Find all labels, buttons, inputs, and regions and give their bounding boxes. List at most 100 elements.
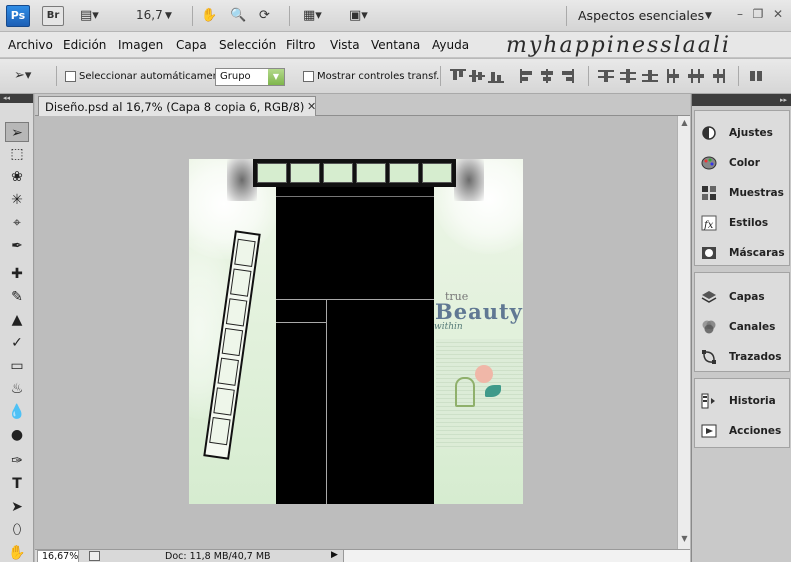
rotate-view-icon[interactable]: ⟳ [259,7,270,25]
magic-wand-icon[interactable]: ✳ [5,190,29,210]
history-brush-icon[interactable]: ✓ [5,333,29,353]
hand-tool-panel-icon[interactable]: ✋ [5,543,29,562]
panel-canales[interactable]: Canales [701,317,789,337]
tools-panel-header[interactable]: ◂◂ [0,94,33,103]
eyedropper-tool-icon[interactable]: ✒ [5,236,29,256]
application-bar: Ps Br ▤▾ 16,7 ▼ ✋ 🔍 ⟳ ▦▾ ▣▾ Aspectos ese… [0,0,791,32]
align-vertical-center-icon[interactable] [469,69,485,83]
align-right-icon[interactable] [558,69,574,83]
appbar-divider [192,6,193,26]
document-size-info: Doc: 11,8 MB/40,7 MB [165,551,271,562]
eraser-tool-icon[interactable]: ▭ [5,356,29,376]
distribute-horizontal-center-icon[interactable] [688,69,704,83]
panel-historia[interactable]: Historia [701,391,789,411]
close-document-icon[interactable]: ✕ [307,100,316,113]
scroll-down-icon[interactable]: ▼ [679,534,690,546]
align-left-icon[interactable] [520,69,536,83]
ellipse-tool-icon[interactable]: ⬯ [5,520,29,540]
panel-capas[interactable]: Capas [701,287,789,307]
options-divider [56,66,57,86]
vertical-scrollbar[interactable]: ▲ ▼ [677,116,690,549]
options-divider [440,66,441,86]
document-canvas-area[interactable]: true Beauty within [35,116,677,549]
rectangular-marquee-icon[interactable]: ⬚ [5,144,29,164]
tool-options-bar: ➢▾ Seleccionar automáticamente: Grupo ▼ … [0,59,791,94]
panel-color[interactable]: Color [701,153,789,173]
distribute-top-icon[interactable] [598,69,614,83]
blog-watermark: myhappinesslaali [506,33,731,58]
scroll-up-icon[interactable]: ▲ [679,118,690,130]
menu-vista[interactable]: Vista [330,38,360,52]
type-tool-icon[interactable]: T [5,474,29,494]
document-tab-title: Diseño.psd al 16,7% (Capa 8 copia 6, RGB… [45,100,305,114]
panel-muestras[interactable]: Muestras [701,183,789,203]
screen-mode-icon[interactable]: ▣▾ [349,7,368,25]
history-icon [701,393,715,409]
distribute-left-icon[interactable] [666,69,682,83]
panel-ajustes[interactable]: Ajustes [701,123,789,143]
design-canvas[interactable]: true Beauty within [189,159,523,504]
menu-archivo[interactable]: Archivo [8,38,53,52]
panel-mascaras[interactable]: Máscaras [701,243,789,263]
zoom-tool-icon[interactable]: 🔍 [230,7,246,25]
view-extras-icon[interactable]: ▤▾ [80,7,99,25]
document-tab[interactable]: Diseño.psd al 16,7% (Capa 8 copia 6, RGB… [38,96,316,116]
arrange-documents-icon[interactable]: ▦▾ [303,7,322,25]
guide-line [276,196,434,197]
crop-tool-icon[interactable]: ⌖ [5,213,29,233]
right-dock-header[interactable]: ▸▸ [692,94,791,106]
auto-select-target-select[interactable]: Grupo ▼ [215,68,285,86]
menu-ayuda[interactable]: Ayuda [432,38,469,52]
menu-filtro[interactable]: Filtro [286,38,315,52]
auto-align-layers-icon[interactable] [748,69,764,83]
menu-imagen[interactable]: Imagen [118,38,163,52]
status-zoom-field[interactable]: 16,67% [37,550,79,562]
close-icon[interactable]: ✕ [771,6,785,22]
move-tool-preset-icon[interactable]: ➢▾ [14,67,31,85]
bridge-launch-button[interactable]: Br [42,6,64,26]
auto-select-target-value: Grupo [220,71,251,82]
panel-estilos[interactable]: fx Estilos [701,213,789,233]
align-bottom-icon[interactable] [488,69,504,83]
horizontal-scrollbar[interactable] [343,550,690,562]
lasso-tool-icon[interactable]: ❀ [5,167,29,187]
path-selection-icon[interactable]: ➤ [5,497,29,517]
minimize-icon[interactable]: – [733,6,747,22]
auto-select-checkbox[interactable] [65,71,76,82]
align-horizontal-center-icon[interactable] [539,69,555,83]
zoom-level-select[interactable]: 16,7 [136,8,163,22]
photoshop-logo: Ps [6,5,30,27]
workspace-dropdown-icon[interactable]: ▼ [705,7,712,25]
guide-line [276,299,434,300]
panel-trazados[interactable]: Trazados [701,347,789,367]
document-profile-icon[interactable] [89,551,100,561]
show-transform-checkbox[interactable] [303,71,314,82]
options-divider [588,66,589,86]
blur-tool-icon[interactable]: 💧 [5,402,29,422]
dodge-tool-icon[interactable]: ● [5,425,29,445]
align-top-icon[interactable] [450,69,466,83]
menu-seleccion[interactable]: Selección [219,38,276,52]
brush-tool-icon[interactable]: ✎ [5,287,29,307]
auto-select-label: Seleccionar automáticamente: [79,71,233,82]
panel-acciones[interactable]: Acciones [701,421,789,441]
menu-ventana[interactable]: Ventana [371,38,420,52]
distribute-right-icon[interactable] [710,69,726,83]
healing-brush-icon[interactable]: ✚ [5,264,29,284]
zoom-dropdown-icon[interactable]: ▼ [165,7,172,25]
hand-tool-icon[interactable]: ✋ [201,7,217,25]
workspace-switcher[interactable]: Aspectos esenciales [578,8,704,23]
panel-group-layers: Capas Canales Trazados [694,272,790,372]
menu-capa[interactable]: Capa [176,38,207,52]
status-bar: 16,67% Doc: 11,8 MB/40,7 MB ▶ [35,549,690,562]
status-menu-arrow-icon[interactable]: ▶ [331,550,338,560]
pen-tool-icon[interactable]: ✑ [5,451,29,471]
move-tool-icon[interactable]: ➢ [5,122,29,142]
paint-bucket-icon[interactable]: ♨ [5,379,29,399]
options-divider [738,66,739,86]
distribute-vertical-center-icon[interactable] [620,69,636,83]
distribute-bottom-icon[interactable] [642,69,658,83]
menu-edicion[interactable]: Edición [63,38,106,52]
restore-icon[interactable]: ❐ [751,6,765,22]
clone-stamp-icon[interactable]: ▲ [5,310,29,330]
